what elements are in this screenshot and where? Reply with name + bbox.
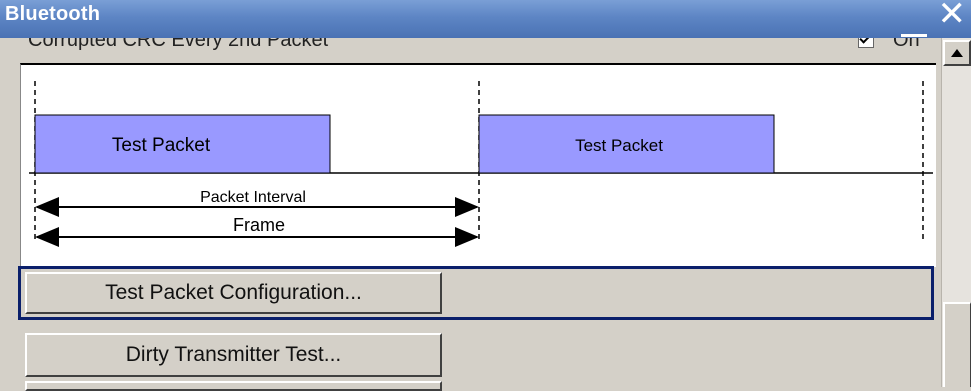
next-button-partial[interactable] xyxy=(25,381,442,391)
corrupted-crc-checkbox[interactable] xyxy=(858,38,874,48)
corrupted-crc-row: Corrupted CRC Every 2nd Packet On xyxy=(0,38,940,60)
scroll-thumb[interactable] xyxy=(943,302,971,387)
scroll-up-arrow-icon xyxy=(951,49,963,57)
window-title: Bluetooth xyxy=(5,3,101,25)
test-packet-2-label: Test Packet xyxy=(575,136,663,155)
dirty-transmitter-test-button[interactable]: Dirty Transmitter Test... xyxy=(25,333,442,377)
corrupted-crc-label: Corrupted CRC Every 2nd Packet xyxy=(28,38,329,51)
frame-label: Frame xyxy=(233,215,285,235)
packet-timing-diagram: Test Packet Test Packet Packet Interval … xyxy=(20,63,936,267)
corrupted-crc-on-label: On xyxy=(893,38,920,51)
scroll-up-button[interactable] xyxy=(943,40,971,66)
vertical-scrollbar[interactable] xyxy=(941,38,971,387)
test-packet-config-row: Test Packet Configuration... xyxy=(18,266,934,320)
test-packet-configuration-button[interactable]: Test Packet Configuration... xyxy=(25,272,442,314)
minimize-icon[interactable] xyxy=(901,34,927,37)
timing-diagram-svg: Test Packet Test Packet Packet Interval … xyxy=(29,81,933,247)
test-packet-1-label: Test Packet xyxy=(112,135,211,156)
title-bar: Bluetooth ✕ xyxy=(0,0,971,38)
packet-interval-label: Packet Interval xyxy=(200,189,306,206)
close-icon[interactable]: ✕ xyxy=(938,0,967,31)
